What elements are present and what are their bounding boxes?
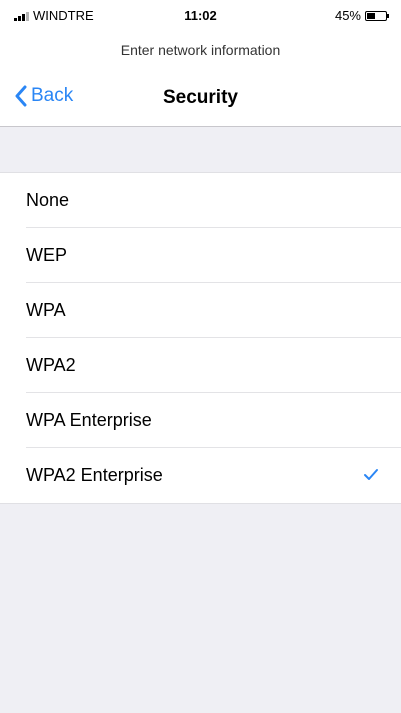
option-label: WPA2 bbox=[26, 355, 76, 375]
option-wep[interactable]: WEP bbox=[0, 228, 401, 283]
page-title: Security bbox=[163, 87, 238, 108]
status-bar: WINDTRE 11:02 45% bbox=[0, 0, 401, 30]
option-wpa2[interactable]: WPA2 bbox=[0, 338, 401, 393]
battery-fill bbox=[367, 12, 376, 19]
battery-icon bbox=[365, 10, 389, 21]
option-label: WPA bbox=[26, 300, 66, 320]
option-label: WPA2 Enterprise bbox=[26, 465, 163, 485]
network-info-title: Enter network information bbox=[0, 30, 401, 70]
option-label: None bbox=[26, 190, 70, 210]
checkmark-icon bbox=[364, 469, 378, 480]
option-wpa2-enterprise[interactable]: WPA2 Enterprise bbox=[0, 448, 401, 503]
battery-percentage: 45% bbox=[334, 8, 361, 23]
option-wpa[interactable]: WPA bbox=[0, 283, 401, 338]
option-none[interactable]: None bbox=[0, 173, 401, 228]
option-wpa-enterprise[interactable]: WPA Enterprise bbox=[0, 393, 401, 448]
navigation-bar: Back Security bbox=[0, 70, 401, 127]
option-label: WEP bbox=[26, 245, 68, 265]
option-label: WPA Enterprise bbox=[26, 410, 152, 430]
security-options-list: None WEP WPA WPA2 WPA Enterprise WPA2 En… bbox=[0, 172, 401, 504]
battery-status: 45% bbox=[334, 8, 389, 23]
